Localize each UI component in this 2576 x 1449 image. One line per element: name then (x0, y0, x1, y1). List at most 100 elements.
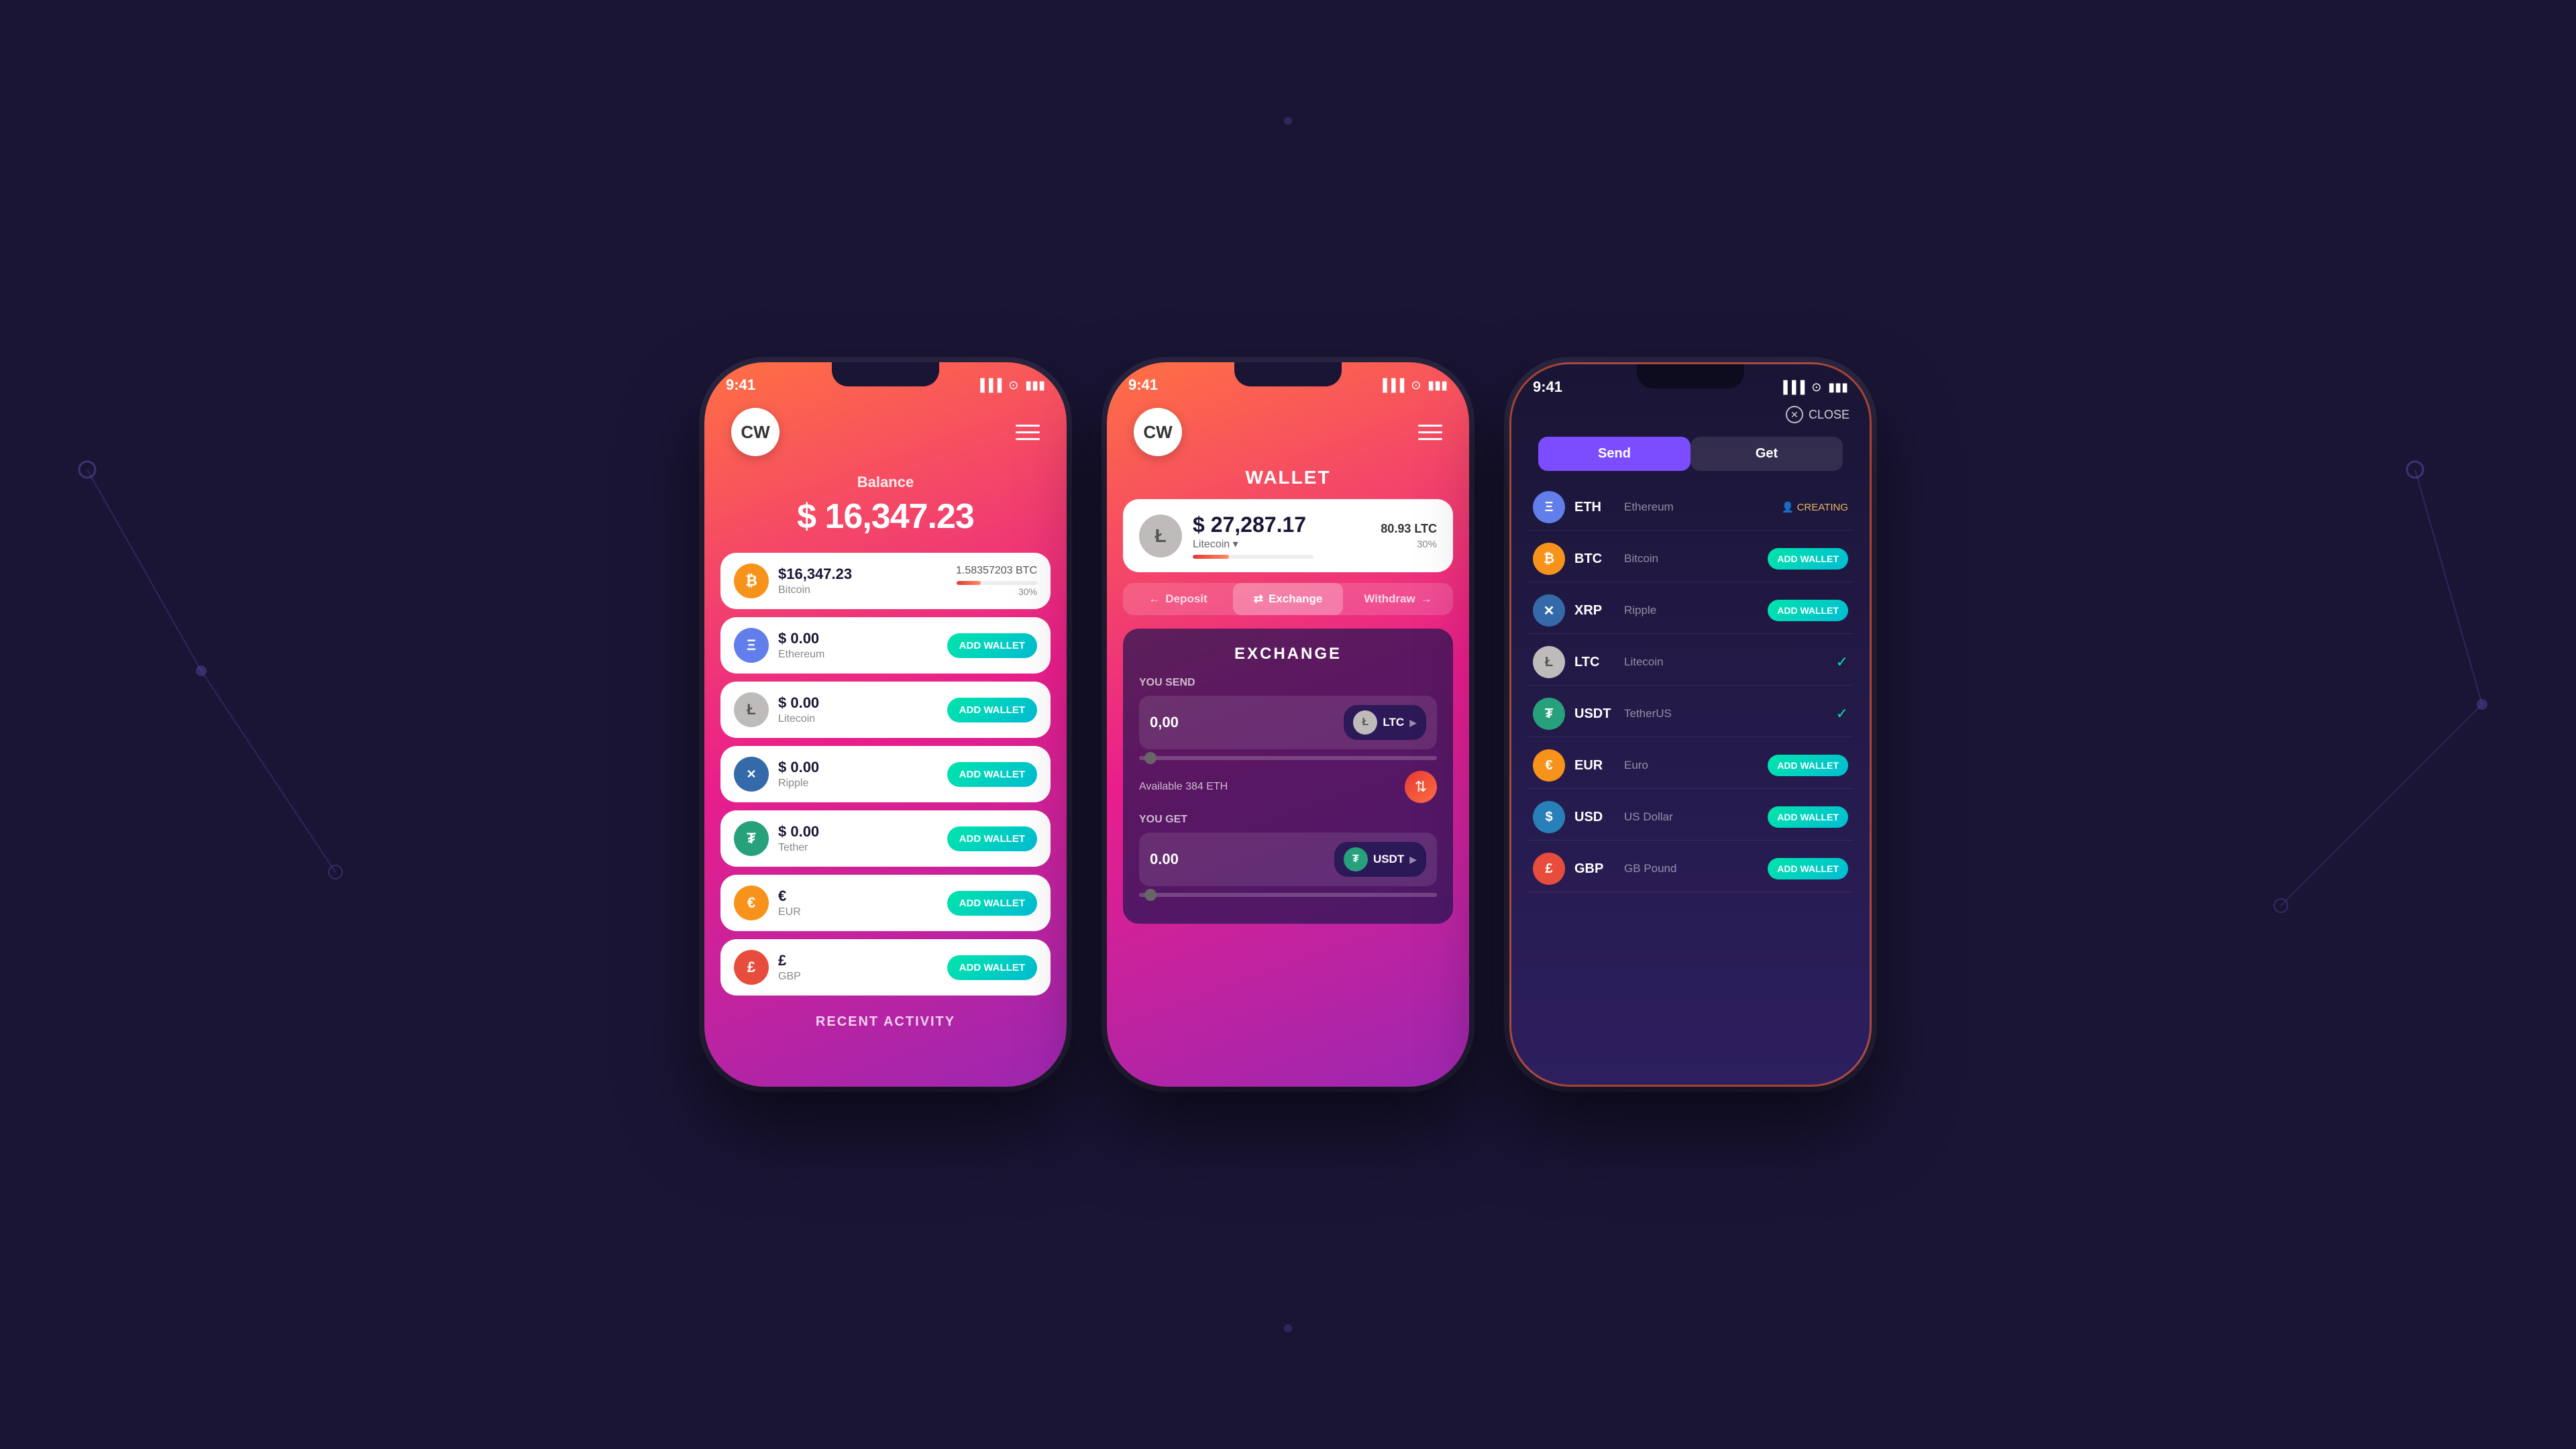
btc-sub-amount: 1.58357203 BTC (956, 565, 1037, 577)
you-get-slider[interactable] (1139, 893, 1437, 897)
btc-info: $16,347.23 Bitcoin (778, 566, 947, 596)
tether-info: $ 0.00 Tether (778, 823, 938, 854)
usd-full-name: US Dollar (1624, 810, 1758, 824)
you-get-input[interactable]: 0.00 ₮ USDT ▶ (1139, 833, 1437, 886)
add-wallet-gbp-p3[interactable]: ADD WALLET (1768, 858, 1848, 879)
eur-icon: € (734, 885, 769, 920)
eur-amount: € (778, 888, 938, 905)
tab-withdraw[interactable]: Withdraw → (1343, 583, 1453, 615)
swap-button[interactable]: ⇅ (1405, 771, 1437, 803)
you-send-label: YOU SEND (1139, 677, 1437, 689)
ltc-check-icon: ✓ (1836, 653, 1848, 671)
eur-full-name: Euro (1624, 759, 1758, 772)
battery-icon: ▮▮▮ (1025, 378, 1045, 392)
ltc-card-icon: Ł (1139, 515, 1182, 557)
status-icons-1: ▐▐▐ ⊙ ▮▮▮ (976, 378, 1045, 392)
eur-list-icon: € (1533, 749, 1565, 782)
exchange-tab-label: Exchange (1269, 592, 1322, 606)
xrp-name: Ripple (778, 777, 938, 790)
phones-container: 9:41 ▐▐▐ ⊙ ▮▮▮ CW Balance $ 16,347.23 ₿ … (704, 362, 1872, 1087)
add-wallet-btc-p3[interactable]: ADD WALLET (1768, 548, 1848, 570)
deposit-label: Deposit (1165, 592, 1207, 606)
crypto-list: Ξ ETH Ethereum 👤 CREATING ₿ BTC Bitcoin … (1511, 484, 1870, 892)
signal-icon: ▐▐▐ (976, 378, 1002, 392)
crypto-row-eth: Ξ ETH Ethereum 👤 CREATING (1527, 484, 1854, 531)
tab-exchange[interactable]: ⇄ Exchange (1233, 583, 1343, 615)
get-button[interactable]: Get (1690, 437, 1843, 471)
you-get-value: 0.00 (1150, 851, 1179, 868)
add-wallet-eur[interactable]: ADD WALLET (947, 891, 1037, 916)
tether-amount: $ 0.00 (778, 823, 938, 841)
balance-amount: $ 16,347.23 (731, 496, 1040, 537)
usdt-full-name: TetherUS (1624, 707, 1827, 720)
send-ltc-icon: Ł (1353, 710, 1377, 735)
you-send-slider[interactable] (1139, 756, 1437, 760)
add-wallet-gbp[interactable]: ADD WALLET (947, 955, 1037, 980)
eur-right: ADD WALLET (947, 891, 1037, 916)
send-slider-thumb (1144, 752, 1157, 764)
signal-icon-3: ▐▐▐ (1779, 380, 1805, 394)
wallet-item-ltc: Ł $ 0.00 Litecoin ADD WALLET (720, 682, 1051, 738)
add-wallet-xrp[interactable]: ADD WALLET (947, 762, 1037, 787)
gbp-icon: £ (734, 950, 769, 985)
available-row: Available 384 ETH ⇅ (1139, 771, 1437, 803)
ltc-card-right: 80.93 LTC 30% (1381, 522, 1437, 550)
usd-ticker: USD (1574, 810, 1615, 825)
ltc-icon: Ł (734, 692, 769, 727)
ltc-btc-amount: 80.93 LTC (1381, 522, 1437, 536)
add-wallet-ltc[interactable]: ADD WALLET (947, 698, 1037, 722)
menu-icon-2[interactable] (1418, 425, 1442, 440)
battery-icon-2: ▮▮▮ (1428, 378, 1448, 392)
add-wallet-eth[interactable]: ADD WALLET (947, 633, 1037, 658)
eth-icon: Ξ (734, 628, 769, 663)
crypto-row-gbp: £ GBP GB Pound ADD WALLET (1527, 846, 1854, 892)
eth-ticker: ETH (1574, 500, 1615, 515)
you-send-input[interactable]: 0,00 Ł LTC ▶ (1139, 696, 1437, 749)
eur-info: € EUR (778, 888, 938, 918)
add-wallet-tether[interactable]: ADD WALLET (947, 826, 1037, 851)
you-get-coin-selector[interactable]: ₮ USDT ▶ (1334, 842, 1426, 877)
creating-label: CREATING (1797, 502, 1848, 513)
eth-name: Ethereum (778, 649, 938, 661)
notch-1 (832, 362, 939, 386)
ltc-amount: $ 0.00 (778, 694, 938, 712)
btc-icon: ₿ (734, 564, 769, 598)
wifi-icon: ⊙ (1008, 378, 1018, 392)
send-button[interactable]: Send (1538, 437, 1690, 471)
add-wallet-usd-p3[interactable]: ADD WALLET (1768, 806, 1848, 828)
ltc-right: ADD WALLET (947, 698, 1037, 722)
wallet-item-gbp: £ £ GBP ADD WALLET (720, 939, 1051, 996)
gbp-ticker: GBP (1574, 861, 1615, 877)
balance-label: Balance (731, 474, 1040, 491)
phone-3-header: ✕ CLOSE (1511, 399, 1870, 430)
eth-info: $ 0.00 Ethereum (778, 630, 938, 661)
logo-1: CW (731, 408, 780, 456)
gbp-amount: £ (778, 952, 938, 969)
btc-name: Bitcoin (778, 584, 947, 596)
add-wallet-xrp-p3[interactable]: ADD WALLET (1768, 600, 1848, 621)
you-send-coin-selector[interactable]: Ł LTC ▶ (1344, 705, 1426, 740)
ltc-ticker: LTC (1574, 655, 1615, 670)
eth-full-name: Ethereum (1624, 500, 1772, 514)
send-coin-name: LTC (1383, 716, 1404, 729)
tab-deposit[interactable]: ← Deposit (1123, 583, 1233, 615)
add-wallet-eur-p3[interactable]: ADD WALLET (1768, 755, 1848, 776)
wallet-item-xrp: ✕ $ 0.00 Ripple ADD WALLET (720, 746, 1051, 802)
crypto-row-xrp: ✕ XRP Ripple ADD WALLET (1527, 588, 1854, 634)
creating-person-icon: 👤 (1782, 501, 1794, 513)
usd-list-icon: $ (1533, 801, 1565, 833)
wallet-item-eur: € € EUR ADD WALLET (720, 875, 1051, 931)
crypto-row-usdt: ₮ USDT TetherUS ✓ (1527, 691, 1854, 737)
menu-icon-1[interactable] (1016, 425, 1040, 440)
status-icons-3: ▐▐▐ ⊙ ▮▮▮ (1779, 380, 1848, 394)
xrp-list-icon: ✕ (1533, 594, 1565, 627)
available-text: Available 384 ETH (1139, 781, 1228, 793)
ltc-card-amount: $ 27,287.17 (1193, 513, 1370, 537)
wallet-item-btc: ₿ $16,347.23 Bitcoin 1.58357203 BTC 30% (720, 553, 1051, 609)
eur-ticker: EUR (1574, 758, 1615, 773)
crypto-row-eur: € EUR Euro ADD WALLET (1527, 743, 1854, 789)
gbp-list-icon: £ (1533, 853, 1565, 885)
close-button[interactable]: ✕ CLOSE (1786, 406, 1849, 423)
xrp-icon: ✕ (734, 757, 769, 792)
ltc-name: Litecoin (778, 713, 938, 725)
